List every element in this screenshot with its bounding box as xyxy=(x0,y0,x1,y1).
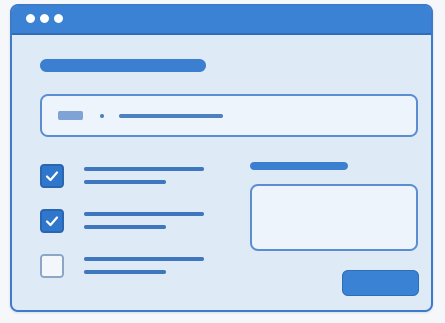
window-control-dot-3[interactable] xyxy=(54,14,63,23)
checklist-item-2-sub-line xyxy=(84,225,166,229)
checkmark-icon xyxy=(45,216,59,227)
app-window xyxy=(10,4,433,312)
page-heading-placeholder xyxy=(40,59,206,72)
search-field-icon xyxy=(58,111,83,120)
checklist-item-1-label-line xyxy=(84,167,204,171)
checkbox-1[interactable] xyxy=(40,164,64,188)
checkbox-2[interactable] xyxy=(40,209,64,233)
search-text-placeholder xyxy=(119,114,223,118)
search-separator-dot xyxy=(100,114,104,118)
submit-button[interactable] xyxy=(342,270,419,296)
checklist-item-3-label-line xyxy=(84,257,204,261)
checklist-item-1-sub-line xyxy=(84,180,166,184)
notes-heading-placeholder xyxy=(250,162,348,170)
title-bar xyxy=(12,6,431,35)
checklist-item-3-sub-line xyxy=(84,270,166,274)
checkbox-3[interactable] xyxy=(40,254,64,278)
window-control-dot-2[interactable] xyxy=(40,14,49,23)
checkmark-icon xyxy=(45,171,59,182)
window-control-dot-1[interactable] xyxy=(26,14,35,23)
checklist-item-2-label-line xyxy=(84,212,204,216)
notes-textarea[interactable] xyxy=(250,184,418,251)
search-input[interactable] xyxy=(40,94,418,137)
